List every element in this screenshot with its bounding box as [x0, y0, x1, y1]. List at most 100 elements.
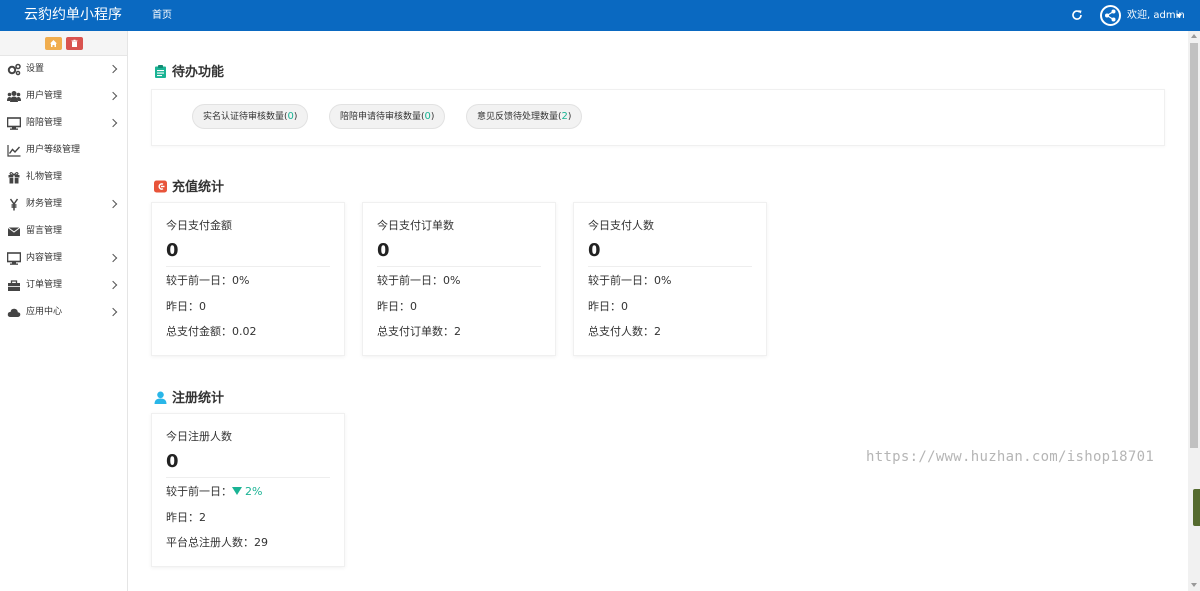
- card-divider: [166, 477, 330, 478]
- nav-home-link[interactable]: 首页: [152, 9, 172, 22]
- card-divider: [377, 266, 541, 267]
- gift-icon: [8, 171, 20, 184]
- clipboard-icon: [155, 65, 166, 78]
- card-value: 0: [377, 240, 390, 261]
- sidebar-item-label: 内容管理: [26, 253, 63, 263]
- sidebar-item-orders[interactable]: 订单管理: [0, 272, 127, 299]
- sidebar-item-label: 设置: [26, 64, 45, 74]
- compare-label: 较于前一日：: [166, 485, 232, 498]
- todo-realname-pending[interactable]: 实名认证待审核数量(0): [192, 104, 309, 129]
- chevron-right-icon: [108, 307, 118, 317]
- card-title: 今日支付金额: [166, 219, 232, 232]
- caret-down-icon[interactable]: [1176, 14, 1182, 18]
- user-icon: [154, 391, 167, 404]
- sidebar-item-companions[interactable]: 陪陪管理: [0, 110, 127, 137]
- card-yesterday: 昨日：2: [166, 511, 206, 524]
- card-divider: [166, 266, 330, 267]
- sidebar-item-label: 礼物管理: [26, 172, 63, 182]
- home-icon: [50, 40, 57, 47]
- card-divider: [588, 266, 752, 267]
- card-yesterday: 昨日：0: [588, 300, 628, 313]
- sidebar-item-app-center[interactable]: 应用中心: [0, 299, 127, 326]
- trash-shortcut-button[interactable]: [66, 37, 83, 50]
- card-title: 今日注册人数: [166, 430, 232, 443]
- sidebar-item-messages[interactable]: 留言管理: [0, 218, 127, 245]
- sidebar-shortcuts: [0, 31, 127, 56]
- stat-card-pay-amount: 今日支付金额 0 较于前一日：0% 昨日：0 总支付金额：0.02: [151, 202, 345, 356]
- chevron-right-icon: [108, 91, 118, 101]
- chevron-right-icon: [108, 253, 118, 263]
- wallet-icon: [154, 180, 167, 193]
- sidebar-item-label: 订单管理: [26, 280, 63, 290]
- envelope-icon: [7, 227, 21, 236]
- top-navbar: 云豹约单小程序 首页 欢迎, admin: [0, 0, 1200, 31]
- scroll-down-arrow-icon[interactable]: [1191, 583, 1197, 587]
- card-compare: 较于前一日：0%: [588, 274, 672, 287]
- monitor-icon: [7, 252, 21, 265]
- compare-value: 2%: [245, 485, 263, 498]
- scroll-thumb[interactable]: [1190, 43, 1198, 448]
- sidebar-item-label: 财务管理: [26, 199, 63, 209]
- pill-suffix: ): [430, 112, 435, 122]
- trend-down-icon: [232, 487, 242, 495]
- sidebar-item-content[interactable]: 内容管理: [0, 245, 127, 272]
- pill-label: 陪陪申请待审核数量(: [340, 112, 425, 122]
- yen-icon: [9, 198, 19, 211]
- card-compare: 较于前一日：0%: [166, 274, 250, 287]
- todo-panel: 实名认证待审核数量(0) 陪陪申请待审核数量(0) 意见反馈待处理数量(2): [151, 89, 1165, 146]
- card-compare: 较于前一日：0%: [377, 274, 461, 287]
- sidebar-item-gifts[interactable]: 礼物管理: [0, 164, 127, 191]
- sidebar-item-label: 留言管理: [26, 226, 63, 236]
- stat-card-register: 今日注册人数 0 较于前一日： 2% 昨日：2 平台总注册人数：29: [151, 413, 345, 567]
- cloud-icon: [7, 308, 21, 317]
- todo-feedback-pending[interactable]: 意见反馈待处理数量(2): [466, 104, 583, 129]
- monitor-icon: [7, 117, 21, 130]
- stat-card-pay-orders: 今日支付订单数 0 较于前一日：0% 昨日：0 总支付订单数：2: [362, 202, 556, 356]
- chevron-right-icon: [108, 64, 118, 74]
- share-icon[interactable]: [1100, 5, 1121, 26]
- sidebar: 设置 用户管理 陪陪管理 用户等级管理 礼物管理 财务管理 留言管理 内容管理 …: [0, 31, 128, 591]
- chevron-right-icon: [108, 280, 118, 290]
- sidebar-item-label: 用户管理: [26, 91, 63, 101]
- scroll-up-arrow-icon[interactable]: [1191, 34, 1197, 38]
- sidebar-item-finance[interactable]: 财务管理: [0, 191, 127, 218]
- card-value: 0: [166, 451, 179, 472]
- card-compare: 较于前一日： 2%: [166, 485, 262, 499]
- todo-companion-pending[interactable]: 陪陪申请待审核数量(0): [329, 104, 446, 129]
- card-total: 平台总注册人数：29: [166, 536, 268, 549]
- stat-card-pay-users: 今日支付人数 0 较于前一日：0% 昨日：0 总支付人数：2: [573, 202, 767, 356]
- line-chart-icon: [7, 145, 21, 157]
- register-section-title: 注册统计: [172, 391, 225, 406]
- gears-icon: [7, 63, 21, 76]
- trash-icon: [71, 39, 78, 47]
- sidebar-item-users[interactable]: 用户管理: [0, 83, 127, 110]
- recharge-section-title: 充值统计: [172, 180, 225, 195]
- home-shortcut-button[interactable]: [45, 37, 62, 50]
- card-title: 今日支付订单数: [377, 219, 454, 232]
- card-value: 0: [166, 240, 179, 261]
- sidebar-item-user-levels[interactable]: 用户等级管理: [0, 137, 127, 164]
- card-yesterday: 昨日：0: [377, 300, 417, 313]
- card-total: 总支付订单数：2: [377, 325, 461, 338]
- briefcase-icon: [8, 280, 20, 291]
- chevron-right-icon: [108, 118, 118, 128]
- side-widget-tab[interactable]: [1193, 489, 1200, 526]
- card-total: 总支付人数：2: [588, 325, 661, 338]
- card-yesterday: 昨日：0: [166, 300, 206, 313]
- sidebar-item-label: 应用中心: [26, 307, 63, 317]
- refresh-icon[interactable]: [1071, 9, 1083, 21]
- pill-label: 实名认证待审核数量(: [203, 112, 288, 122]
- todo-section-title: 待办功能: [172, 65, 225, 80]
- users-icon: [7, 91, 21, 102]
- pill-suffix: ): [567, 112, 572, 122]
- card-value: 0: [588, 240, 601, 261]
- pill-suffix: ): [293, 112, 298, 122]
- sidebar-item-label: 陪陪管理: [26, 118, 63, 128]
- card-title: 今日支付人数: [588, 219, 654, 232]
- app-title[interactable]: 云豹约单小程序: [24, 7, 122, 24]
- pill-label: 意见反馈待处理数量(: [477, 112, 562, 122]
- chevron-right-icon: [108, 199, 118, 209]
- card-total: 总支付金额：0.02: [166, 325, 257, 338]
- watermark-text: https://www.huzhan.com/ishop18701: [866, 449, 1155, 465]
- sidebar-item-settings[interactable]: 设置: [0, 56, 127, 83]
